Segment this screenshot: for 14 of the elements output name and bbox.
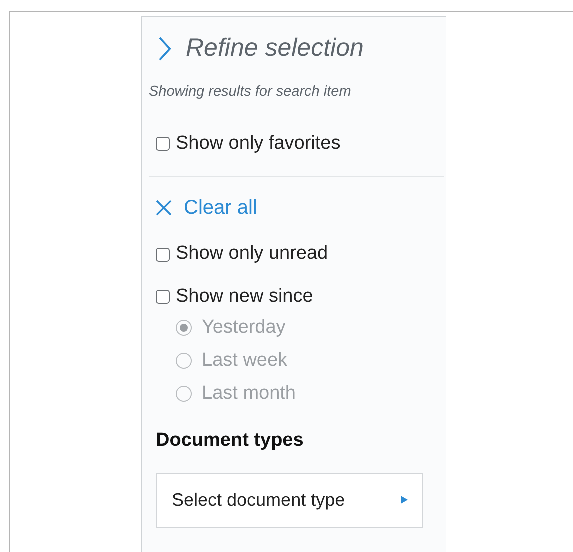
- checkbox-label[interactable]: Show only unread: [176, 240, 328, 269]
- panel-title: Refine selection: [186, 33, 364, 64]
- checkbox-label[interactable]: Show only favorites: [176, 130, 341, 158]
- checkbox[interactable]: [156, 137, 170, 151]
- chevron-icon[interactable]: [158, 37, 172, 61]
- caret-icon: [401, 496, 408, 504]
- clear-all-link[interactable]: Clear all: [156, 193, 258, 224]
- close-icon: [156, 200, 172, 216]
- document-type-dropdown[interactable]: Select document type: [156, 472, 423, 528]
- section-heading: Document types: [155, 429, 305, 454]
- checkbox[interactable]: [156, 248, 170, 262]
- checkbox[interactable]: [156, 290, 170, 304]
- checkbox-label[interactable]: Show new since: [176, 282, 314, 312]
- results-caption: Showing results for search item: [148, 83, 352, 102]
